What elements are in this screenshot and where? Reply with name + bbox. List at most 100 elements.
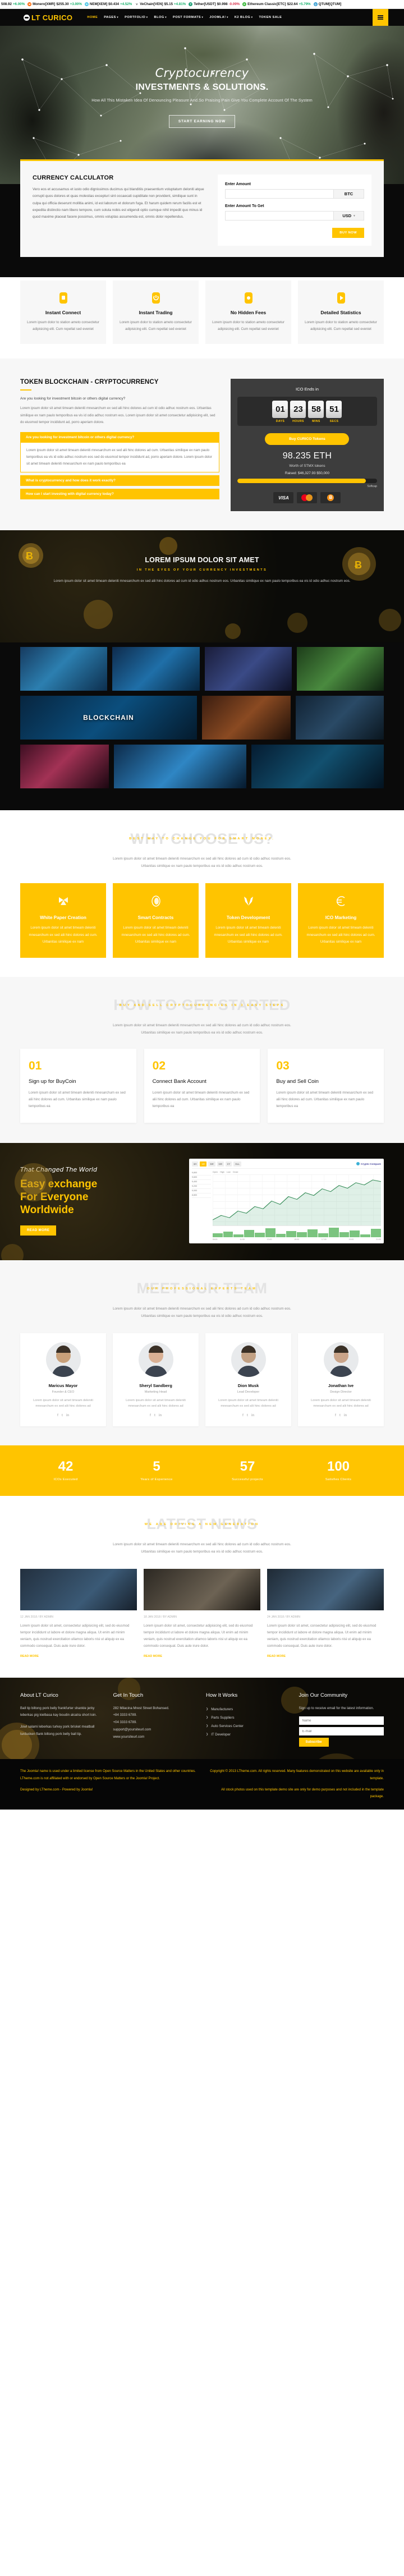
footer-how-item[interactable]: ❯ Manufacturers [206, 1705, 291, 1714]
team-member-socials[interactable]: f t in [211, 1414, 286, 1417]
footer-how-item[interactable]: ❯ IT Developer [206, 1730, 291, 1739]
newsletter-email-input[interactable] [299, 1727, 384, 1736]
crypto-ticker[interactable]: 508.92 +6.00% M Monero[XMR] $255.30 +3.00% N NE… [0, 0, 404, 9]
buy-now-button[interactable]: BUY NOW [332, 228, 364, 238]
menu-toggle-icon[interactable] [373, 9, 388, 26]
social-icon-t[interactable]: t [154, 1414, 155, 1417]
news-card[interactable]: 18 JAN 2018 / BY ADMIN Lorem ipsum dolor … [144, 1568, 260, 1659]
nav-item-blog[interactable]: BLOG ▾ [154, 16, 167, 19]
amount-to-get-input[interactable] [226, 212, 333, 220]
ticker-item[interactable]: N NEM[XEM] $0.434 +4.52% [84, 2, 132, 6]
footer-community-title: Join Our Community [299, 1692, 348, 1698]
footer-how-item[interactable]: ❯ Parts Suppliers [206, 1714, 291, 1722]
accordion-header[interactable]: Are you looking for investment bitcoin o… [20, 431, 219, 443]
news-thumbnail[interactable] [267, 1568, 384, 1610]
footer-how-list[interactable]: ❯ Manufacturers ❯ Parts Suppliers ❯ Auto Serv… [206, 1705, 291, 1739]
title-underline [20, 389, 31, 391]
social-icon-in[interactable]: in [344, 1414, 347, 1417]
gallery-item[interactable] [112, 647, 200, 691]
site-logo[interactable]: LT CURICO [0, 13, 72, 22]
gallery-item[interactable] [20, 647, 108, 691]
newsletter-name-input[interactable] [299, 1716, 384, 1725]
accordion-item[interactable]: Are you looking for investment bitcoin o… [20, 431, 219, 472]
footer-contact-title: Get In Touch [113, 1692, 144, 1698]
social-icon-f[interactable]: f [150, 1414, 151, 1417]
social-icon-in[interactable]: in [159, 1414, 162, 1417]
news-read-more-link[interactable]: READ MORE [144, 1655, 162, 1658]
nav-item-pages[interactable]: PAGES ▾ [104, 16, 118, 19]
nav-item-joomla-[interactable]: JOOMLA! ▾ [209, 16, 228, 19]
hero-script-title: Cryptocurrency [155, 66, 249, 80]
newsletter-subscribe-button[interactable]: Subscribe [299, 1738, 329, 1747]
accordion-item[interactable]: How can I start investing with digital c… [20, 488, 219, 499]
ticker-item[interactable]: E Ethereum Classic[ETC] $22.64 +5.79% [242, 2, 311, 6]
nav-item-portfolio[interactable]: PORTFOLIO ▾ [125, 16, 148, 19]
team-member-socials[interactable]: f t in [118, 1414, 193, 1417]
ticker-item[interactable]: 508.92 +6.00% [1, 2, 25, 6]
footer-about: About LT Curico Ball tip biltong pork be… [20, 1692, 105, 1747]
social-icon-t[interactable]: t [339, 1414, 341, 1417]
amount-field-group[interactable]: BTC [225, 189, 364, 199]
news-thumbnail[interactable] [20, 1568, 137, 1610]
footer-contact-lines: 282 Milacina Mrest Street Bohansed. +84 3… [113, 1705, 199, 1741]
news-card[interactable]: 12 JAN 2018 / BY ADMIN Lorem ipsum dolor … [20, 1568, 137, 1659]
social-icon-f[interactable]: f [57, 1414, 58, 1417]
news-read-more-link[interactable]: READ MORE [267, 1655, 286, 1658]
why-card-title: Token Development [226, 915, 270, 921]
news-card[interactable]: 24 JAN 2018 / BY ADMIN Lorem ipsum dolor … [267, 1568, 384, 1659]
gallery-item-blockchain[interactable]: BLOCKCHAIN [20, 696, 197, 740]
amount-input[interactable] [226, 190, 333, 198]
team-fore-title: OUR PROFESSIONAL EXPERTS TEAM [147, 1287, 257, 1291]
gallery-item[interactable] [204, 647, 292, 691]
amount-to-get-currency-select[interactable]: USD ▾ [333, 212, 364, 220]
amount-currency-btc[interactable]: BTC [333, 190, 364, 198]
nav-item-post-formats[interactable]: POST FORMATS ▾ [173, 16, 203, 19]
accordion-header[interactable]: What is cryptocurrency and how does it w… [20, 475, 219, 486]
social-icon-f[interactable]: f [242, 1414, 244, 1417]
token-accordions[interactable]: Are you looking for investment bitcoin o… [20, 431, 219, 499]
counter-value: 57 [240, 1458, 255, 1474]
team-section: MEET OUR TEAM OUR PROFESSIONAL EXPERTS T… [0, 1260, 404, 1445]
countdown-days-value: 01 [272, 401, 288, 419]
gallery-item[interactable] [296, 647, 384, 691]
news-thumbnail[interactable] [144, 1568, 260, 1610]
gallery-item[interactable] [113, 745, 246, 789]
start-earning-button[interactable]: START EARNING NOW [168, 115, 236, 128]
accordion-body: Lorem ipsum dolor sit amet timeam deleni… [20, 442, 219, 472]
ticker-price: $22.64 [287, 2, 298, 6]
feature-text: Lorem ipsum dolor to station ameto conse… [212, 320, 284, 332]
social-icon-f[interactable]: f [335, 1414, 336, 1417]
social-icon-t[interactable]: t [247, 1414, 248, 1417]
gallery-item[interactable] [251, 745, 384, 789]
team-member-socials[interactable]: f t in [304, 1414, 378, 1417]
camera-icon [242, 291, 255, 305]
footer-how-item[interactable]: ❯ Auto Services Center [206, 1722, 291, 1730]
ticker-item[interactable]: Q QTUM[QTUM] [313, 2, 341, 6]
team-member-role: Marketing Head [144, 1390, 167, 1394]
ticker-item[interactable]: V VeChain[VEN] $5.15 +4.81% [135, 2, 186, 6]
coin-icon: M [27, 2, 32, 6]
nav-item-k2-blog[interactable]: K2 BLOG ▾ [235, 16, 253, 19]
accordion-header[interactable]: How can I start investing with digital c… [20, 488, 219, 499]
news-excerpt: Lorem ipsum dolor sit amet, consectetur … [144, 1623, 253, 1649]
nav-item-home[interactable]: HOME [87, 16, 98, 19]
nav-item-token-sale[interactable]: TOKEN SALE [259, 16, 282, 19]
social-icon-in[interactable]: in [251, 1414, 254, 1417]
ticker-item[interactable]: M Monero[XMR] $255.30 +3.00% [27, 2, 82, 6]
news-read-more-link[interactable]: READ MORE [20, 1655, 39, 1658]
gallery-item[interactable] [20, 745, 109, 789]
feature-title: Instant Connect [45, 310, 81, 315]
gallery-item[interactable] [295, 696, 384, 740]
coin-icon: N [84, 2, 89, 6]
chevron-down-icon: ▾ [251, 16, 253, 19]
team-member-bio: Lorem ipsum dolor sit amet timeam deleni… [311, 1398, 371, 1408]
social-icon-t[interactable]: t [62, 1414, 63, 1417]
amount-to-get-field-group[interactable]: USD ▾ [225, 211, 364, 221]
gallery-item[interactable] [202, 696, 291, 740]
buy-curico-tokens-button[interactable]: Buy CURICO Tokens [265, 433, 350, 446]
ticker-item[interactable]: T Tether[USDT] $0.998 -0.09% [189, 2, 240, 6]
main-navigation[interactable]: HOME PAGES ▾ PORTFOLIO ▾ BLOG ▾ POST FORMATS ▾ JO… [87, 16, 282, 19]
team-member-socials[interactable]: f t in [26, 1414, 100, 1417]
social-icon-in[interactable]: in [66, 1414, 69, 1417]
accordion-item[interactable]: What is cryptocurrency and how does it w… [20, 475, 219, 486]
